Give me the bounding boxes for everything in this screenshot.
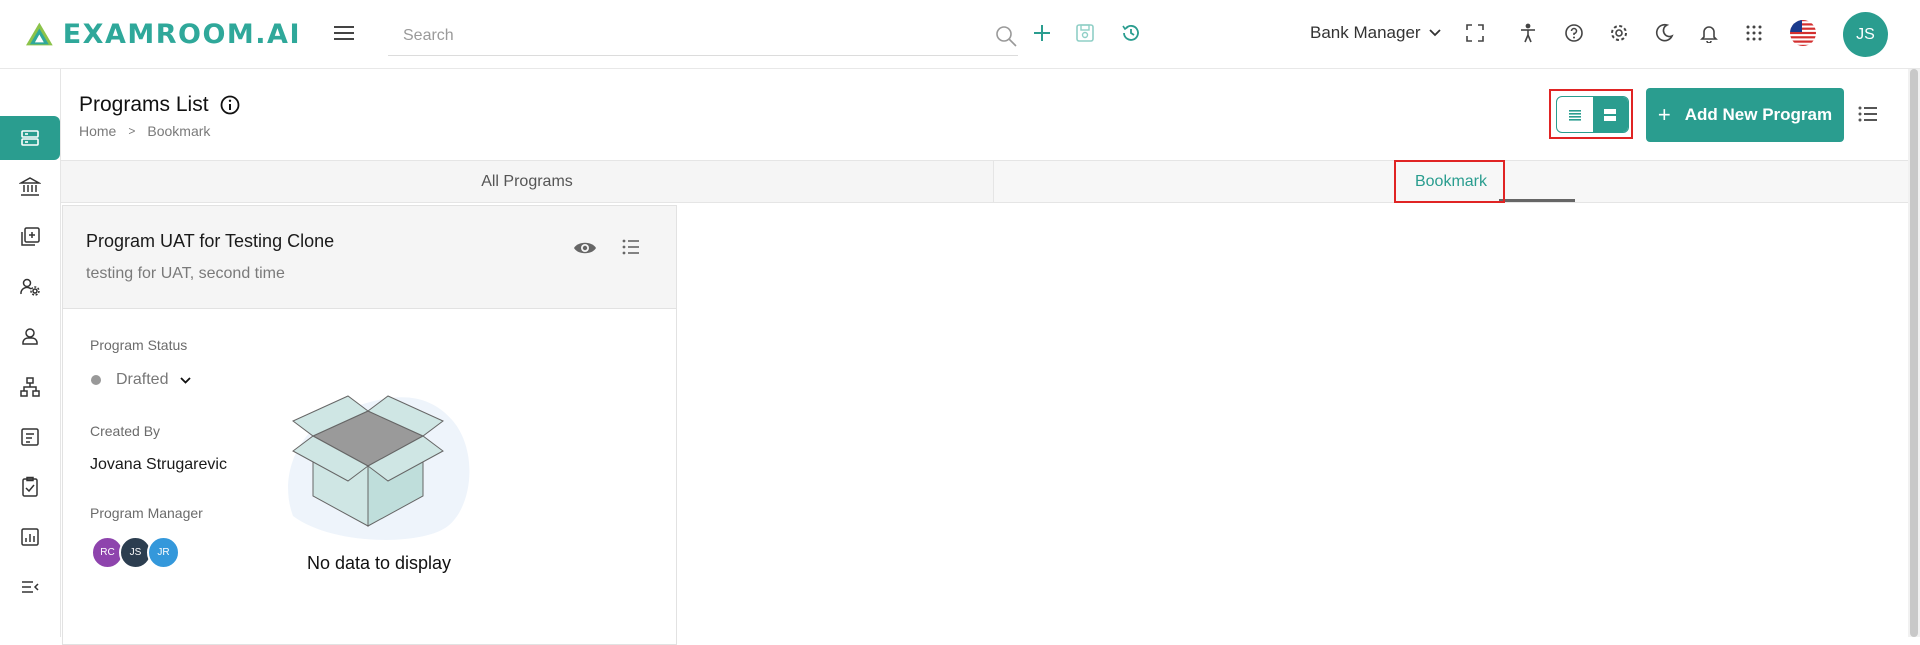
sidebar-item-add-library[interactable]: [0, 215, 60, 259]
tab-all-programs-label: All Programs: [481, 172, 573, 190]
search-input[interactable]: [388, 17, 968, 54]
list-view-icon: [1568, 109, 1581, 121]
breadcrumb-separator: >: [128, 124, 136, 138]
sidebar-item-hierarchy[interactable]: [0, 365, 60, 409]
sidebar-item-bank[interactable]: [0, 165, 60, 209]
sidebar-item-reports[interactable]: [0, 515, 60, 559]
program-title[interactable]: Program UAT for Testing Clone: [86, 231, 334, 252]
plus-icon[interactable]: [1029, 20, 1055, 46]
card-view-icon: [1604, 108, 1617, 121]
created-by-value: Jovana Strugarevic: [90, 456, 227, 473]
search-bar: [388, 16, 1018, 56]
bookmark-tab-highlight: [1394, 160, 1505, 203]
sidebar-item-forms[interactable]: [0, 415, 60, 459]
user-settings-icon: [20, 278, 40, 296]
page-title: Programs List: [79, 93, 241, 117]
top-header: EXAMROOM.AI Bank Manager: [0, 0, 1920, 69]
chevron-down-icon: [180, 376, 192, 384]
program-status-dropdown[interactable]: Drafted: [91, 371, 192, 389]
settings-icon[interactable]: [1606, 20, 1632, 46]
accessibility-icon[interactable]: [1515, 20, 1541, 46]
logo-text: EXAMROOM.AI: [62, 18, 301, 50]
apps-grid-icon[interactable]: [1741, 20, 1767, 46]
plus-icon: +: [1657, 102, 1671, 127]
program-status-value: Drafted: [116, 371, 169, 388]
sidebar: [0, 69, 61, 637]
program-manager-label: Program Manager: [90, 505, 203, 521]
page-title-text: Programs List: [79, 93, 209, 116]
program-card: Program UAT for Testing Clone testing fo…: [62, 205, 677, 645]
program-card-header: Program UAT for Testing Clone testing fo…: [63, 206, 676, 309]
empty-state-text: No data to display: [306, 553, 452, 573]
active-tab-indicator: [1499, 199, 1575, 202]
add-new-program-label: Add New Program: [1684, 105, 1833, 124]
manager-avatar[interactable]: JR: [147, 536, 180, 569]
reports-icon: [21, 528, 39, 546]
examroom-logo-icon: [26, 22, 53, 46]
role-select[interactable]: Bank Manager: [1310, 20, 1441, 46]
add-new-program-button[interactable]: + Add New Program: [1646, 88, 1844, 142]
sidebar-item-user[interactable]: [0, 315, 60, 359]
breadcrumb-current: Bookmark: [147, 123, 211, 139]
program-tabs: All Programs Bookmark: [61, 160, 1908, 203]
scrollbar-thumb[interactable]: [1910, 69, 1918, 637]
card-list-icon[interactable]: [620, 236, 642, 258]
sidebar-item-user-settings[interactable]: [0, 265, 60, 309]
forms-icon: [21, 428, 39, 446]
fullscreen-icon[interactable]: [1462, 20, 1488, 46]
list-view-button[interactable]: [1557, 97, 1593, 132]
bell-icon[interactable]: [1696, 20, 1722, 46]
info-icon[interactable]: [219, 94, 241, 116]
sidebar-item-programs[interactable]: [0, 116, 60, 160]
add-library-icon: [21, 227, 40, 246]
status-dot: [91, 375, 101, 385]
breadcrumb: Home > Bookmark: [79, 123, 210, 139]
role-label: Bank Manager: [1310, 23, 1421, 42]
user-icon: [22, 328, 38, 345]
collapse-menu-icon: [22, 581, 39, 593]
tab-all-programs[interactable]: All Programs: [61, 161, 994, 202]
us-flag-icon[interactable]: [1789, 19, 1817, 47]
user-avatar[interactable]: JS: [1843, 12, 1888, 57]
checklist-icon: [22, 476, 38, 497]
sidebar-item-collapse[interactable]: [0, 565, 60, 609]
programs-icon: [21, 130, 39, 146]
view-toggle: [1556, 96, 1629, 133]
breadcrumb-home[interactable]: Home: [79, 123, 116, 139]
help-icon[interactable]: [1561, 20, 1587, 46]
sidebar-item-checklist[interactable]: [0, 465, 60, 509]
bank-icon: [19, 177, 41, 196]
save-icon[interactable]: [1072, 20, 1098, 46]
page-scrollbar[interactable]: [1908, 69, 1920, 637]
created-by-label: Created By: [90, 423, 161, 439]
eye-icon[interactable]: [573, 236, 597, 260]
hamburger-menu-icon[interactable]: [332, 22, 356, 44]
program-status-label: Program Status: [90, 337, 188, 353]
history-icon[interactable]: [1118, 20, 1144, 46]
program-description: testing for UAT, second time: [86, 265, 285, 282]
search-icon[interactable]: [994, 24, 1018, 48]
dark-mode-icon[interactable]: [1651, 20, 1677, 46]
program-manager-avatars: RC JS JR: [91, 536, 180, 569]
column-list-icon[interactable]: [1857, 103, 1879, 125]
hierarchy-icon: [20, 377, 40, 397]
card-view-button[interactable]: [1592, 97, 1628, 132]
examroom-logo[interactable]: EXAMROOM.AI: [26, 11, 301, 57]
chevron-down-icon: [1428, 29, 1441, 37]
